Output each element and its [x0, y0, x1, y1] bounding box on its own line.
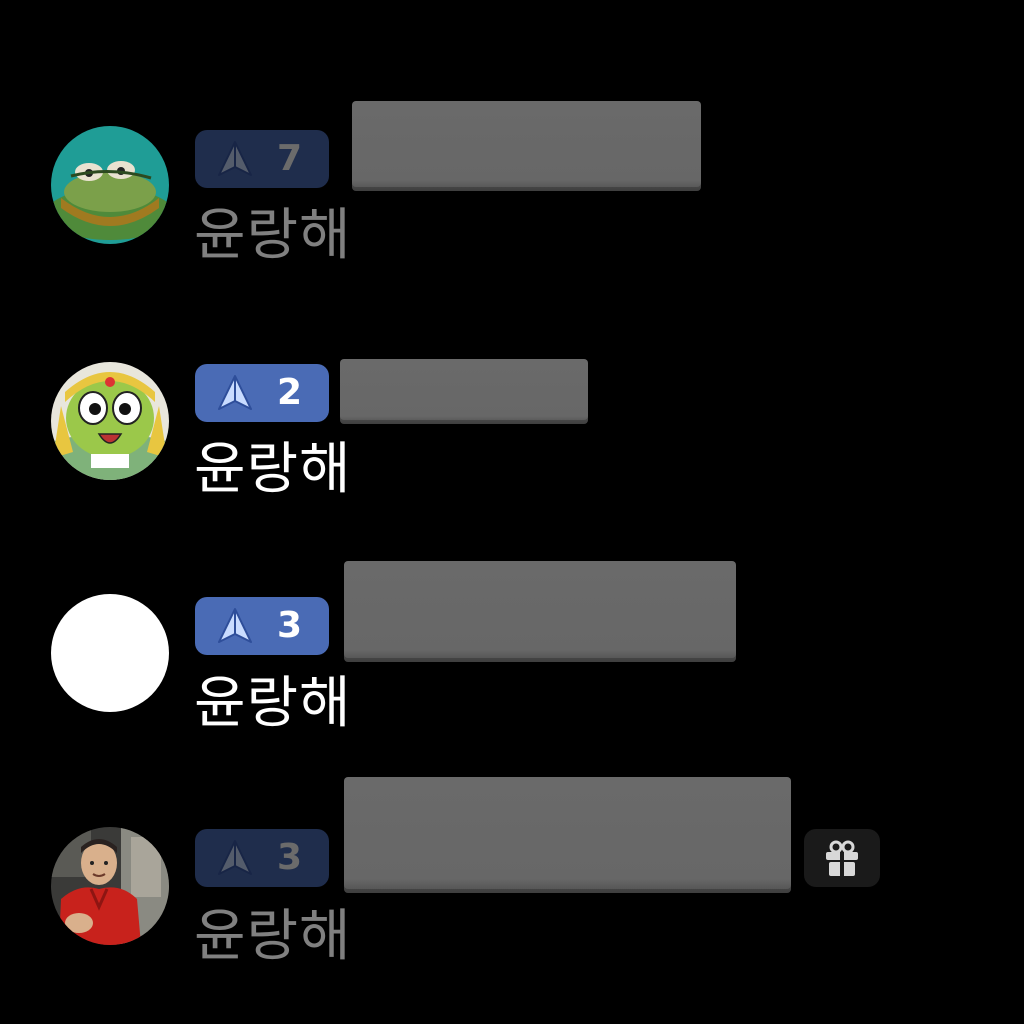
chat-feed: 7 윤랑해 2 윤랑해 3 윤랑해 3 윤랑해	[0, 0, 1024, 1024]
nickname[interactable]: 윤랑해	[194, 909, 352, 965]
nickname[interactable]: 윤랑해	[194, 208, 352, 264]
keroro-avatar-icon[interactable]	[51, 362, 169, 480]
level-number: 3	[277, 605, 303, 646]
gift-icon	[826, 840, 858, 876]
tier-arrow-icon	[218, 141, 252, 176]
blank-white-avatar-icon[interactable]	[51, 594, 169, 712]
person-red-jacket-avatar-icon[interactable]	[51, 827, 169, 945]
redacted-message-text	[352, 101, 701, 191]
nickname[interactable]: 윤랑해	[194, 442, 352, 498]
level-number: 7	[277, 138, 303, 179]
gift-button[interactable]	[804, 829, 880, 887]
tier-arrow-icon	[218, 375, 252, 410]
redacted-message-text	[340, 359, 588, 424]
nickname[interactable]: 윤랑해	[194, 676, 352, 732]
redacted-message-text	[344, 777, 791, 893]
tier-arrow-icon	[218, 840, 252, 875]
redacted-message-text	[344, 561, 736, 662]
level-badge: 3	[195, 597, 329, 655]
level-number: 2	[277, 372, 303, 413]
level-badge: 7	[195, 130, 329, 188]
level-badge: 3	[195, 829, 329, 887]
level-badge: 2	[195, 364, 329, 422]
level-number: 3	[277, 837, 303, 878]
green-frog-avatar-icon[interactable]	[51, 126, 169, 244]
tier-arrow-icon	[218, 608, 252, 643]
